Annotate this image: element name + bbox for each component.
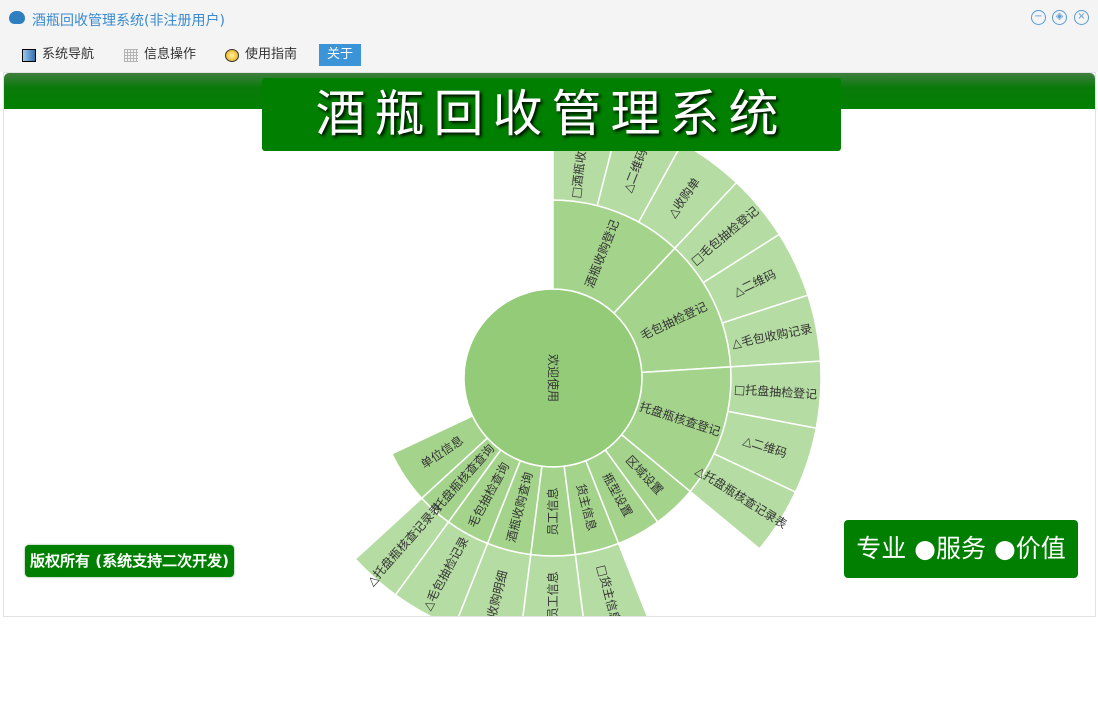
slogan-badge: 专业 ●服务 ●价值 (844, 520, 1078, 578)
sunburst-label: □员工信息 (545, 571, 560, 617)
help-icon (225, 48, 239, 62)
menu-label: 关于 (327, 47, 354, 62)
window-title: 酒瓶回收管理系统(非注册用户) (32, 13, 225, 29)
system-title-banner: 酒瓶回收管理系统 (262, 78, 841, 151)
sunburst-root-label: 欢迎使用 (546, 354, 561, 402)
grid-icon (124, 48, 138, 62)
menu-label: 信息操作 (144, 47, 197, 62)
menu-about[interactable]: 关于 (319, 44, 362, 66)
menu-bar: 系统导航 信息操作 使用指南 关于 (0, 38, 1098, 72)
menu-label: 使用指南 (245, 47, 298, 62)
restore-icon[interactable]: ◈ (1052, 10, 1067, 25)
menu-system-nav[interactable]: 系统导航 (22, 44, 94, 66)
menu-info-ops[interactable]: 信息操作 (124, 44, 196, 66)
title-bar: 酒瓶回收管理系统(非注册用户) − ◈ × (0, 0, 1098, 38)
copyright-badge: 版权所有 (系统支持二次开发) (25, 545, 234, 577)
sunburst-leaf[interactable]: □货主信息 (574, 542, 651, 617)
sunburst-label: 员工信息 (545, 487, 560, 535)
window-icon (22, 48, 36, 62)
menu-label: 系统导航 (42, 47, 95, 62)
app-logo-icon (9, 11, 25, 24)
sunburst-root[interactable]: 欢迎使用 (463, 288, 643, 468)
minimize-icon[interactable]: − (1031, 10, 1046, 25)
menu-user-guide[interactable]: 使用指南 (225, 44, 297, 66)
close-icon[interactable]: × (1074, 10, 1089, 25)
